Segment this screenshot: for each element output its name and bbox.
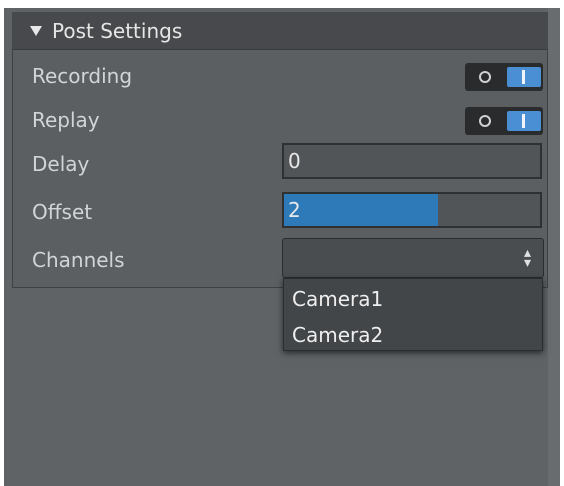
toggle-off-icon — [479, 71, 491, 83]
recording-label: Recording — [32, 64, 133, 88]
dropdown-option-camera2[interactable]: Camera2 — [292, 323, 383, 347]
channels-label: Channels — [32, 248, 125, 272]
toggle-off-icon — [479, 115, 491, 127]
channels-dropdown-list: Camera1 Camera2 — [283, 278, 543, 351]
panel-header[interactable]: Post Settings — [12, 12, 548, 50]
recording-toggle[interactable] — [465, 63, 543, 91]
toggle-on-icon — [507, 111, 541, 131]
delay-label: Delay — [32, 152, 90, 176]
toggle-on-icon — [507, 67, 541, 87]
offset-slider-input[interactable]: 2 — [282, 192, 542, 228]
collapse-triangle-icon[interactable] — [30, 25, 42, 36]
offset-value: 2 — [288, 198, 301, 222]
dropdown-option-camera1[interactable]: Camera1 — [292, 287, 383, 311]
replay-label: Replay — [32, 108, 100, 132]
delay-input[interactable]: 0 — [282, 143, 542, 179]
delay-value: 0 — [288, 149, 301, 173]
channels-select[interactable]: ▴ ▾ — [282, 238, 544, 278]
up-down-arrows-icon: ▴ ▾ — [523, 245, 531, 271]
panel-title: Post Settings — [52, 18, 183, 43]
replay-toggle[interactable] — [465, 107, 543, 135]
offset-slider-fill — [284, 194, 438, 226]
scrollbar-track[interactable] — [548, 8, 560, 486]
offset-label: Offset — [32, 200, 93, 224]
